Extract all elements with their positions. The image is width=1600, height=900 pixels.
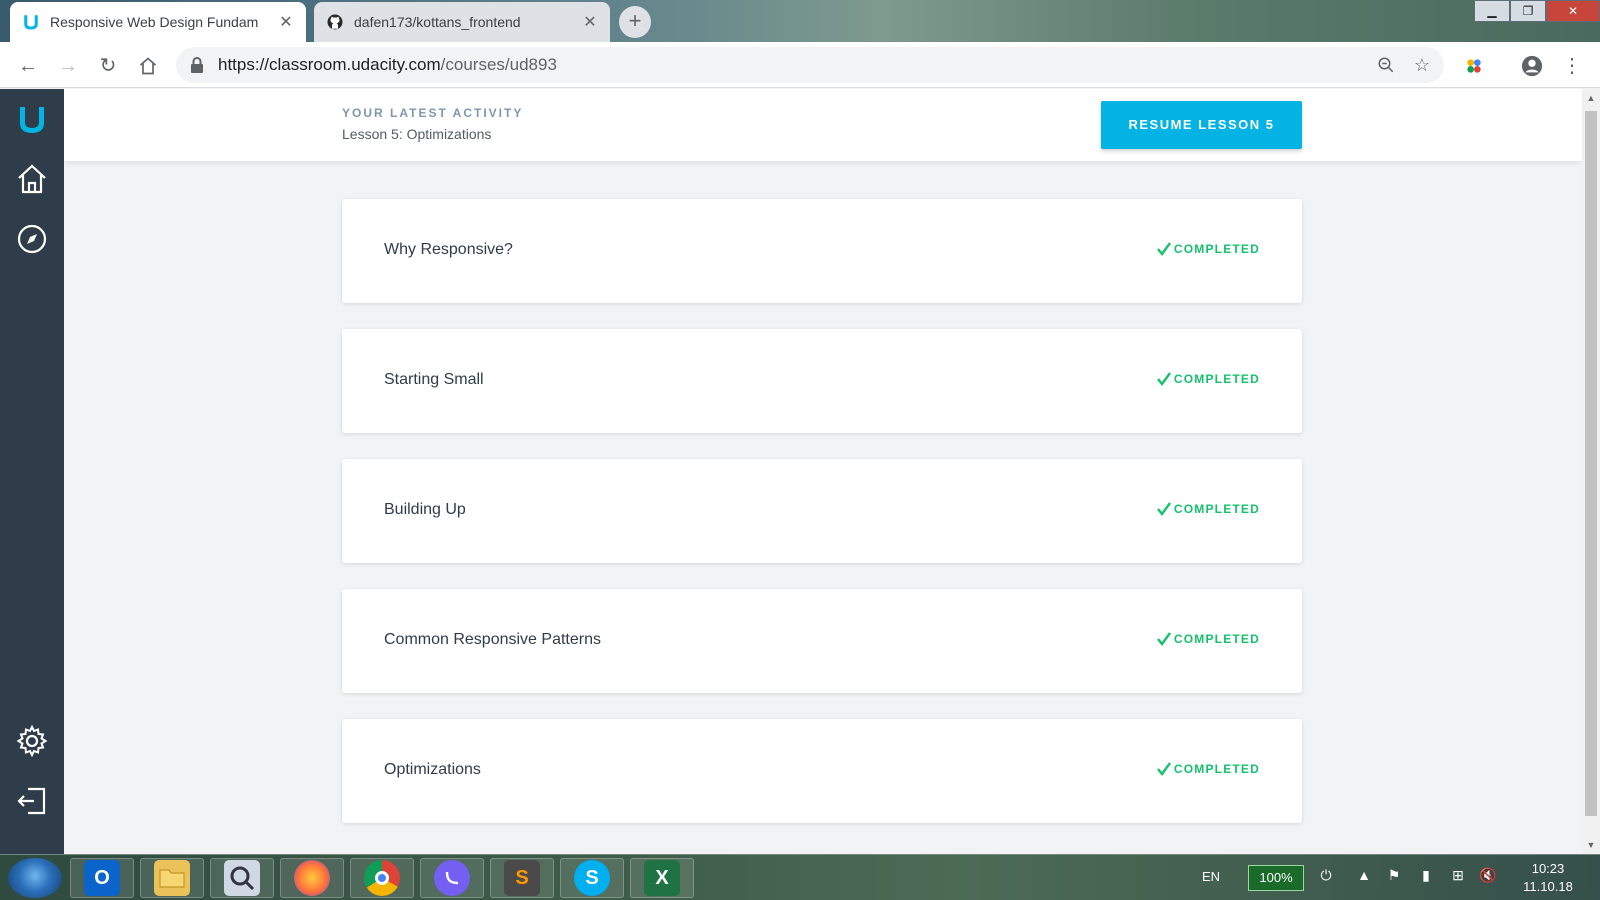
url-text: https://classroom.udacity.com/courses/ud… xyxy=(218,55,557,74)
battery-indicator[interactable]: 100% xyxy=(1248,865,1304,891)
outlook-icon: O xyxy=(84,860,120,896)
chrome-icon xyxy=(364,860,400,896)
completed-status: COMPLETED xyxy=(1156,501,1260,517)
windows-start-button[interactable] xyxy=(8,858,62,898)
main-content: YOUR LATEST ACTIVITY Lesson 5: Optimizat… xyxy=(64,89,1582,854)
viber-icon xyxy=(434,860,470,896)
checkmark-icon xyxy=(1156,502,1171,516)
page-scrollbar[interactable]: ▲ ▼ xyxy=(1582,89,1600,854)
lock-icon xyxy=(191,57,203,73)
device-icon[interactable]: ▮ xyxy=(1416,867,1436,887)
browser-tab-strip: Responsive Web Design Fundam ✕ dafen173/… xyxy=(0,0,1600,42)
menu-icon[interactable]: ⋮ xyxy=(1558,52,1586,80)
lesson-card[interactable]: Building Up COMPLETED xyxy=(342,459,1302,563)
firefox-icon xyxy=(294,860,330,896)
scroll-thumb[interactable] xyxy=(1585,111,1597,816)
completed-status: COMPLETED xyxy=(1156,371,1260,387)
windows-taskbar: O S S X EN 100% ⏻ ▲ ⚑ ▮ ⊞ 🔇 10:23 11.10.… xyxy=(0,854,1600,900)
bookmark-star-icon[interactable]: ☆ xyxy=(1408,51,1436,79)
checkmark-icon xyxy=(1156,372,1171,386)
address-bar[interactable]: https://classroom.udacity.com/courses/ud… xyxy=(176,47,1444,83)
udacity-logo-icon[interactable] xyxy=(14,101,50,137)
lesson-title: Building Up xyxy=(384,501,466,518)
taskbar-explorer[interactable] xyxy=(140,858,204,898)
tab-github[interactable]: dafen173/kottans_frontend ✕ xyxy=(314,2,610,42)
checkmark-icon xyxy=(1156,242,1171,256)
language-indicator[interactable]: EN xyxy=(1202,869,1220,884)
extension-icon[interactable] xyxy=(1460,52,1488,80)
home-icon[interactable] xyxy=(14,161,50,197)
action-center-flag-icon[interactable]: ⚑ xyxy=(1384,867,1404,887)
completed-status: COMPLETED xyxy=(1156,241,1260,257)
reload-icon[interactable]: ↻ xyxy=(94,52,122,80)
udacity-logo-icon xyxy=(24,15,38,30)
system-clock[interactable]: 10:23 11.10.18 xyxy=(1508,860,1588,896)
logout-icon[interactable] xyxy=(14,783,50,819)
skype-icon: S xyxy=(574,860,610,896)
maximize-button[interactable]: ❐ xyxy=(1510,0,1546,22)
activity-lesson: Lesson 5: Optimizations xyxy=(342,126,492,142)
scroll-down-arrow-icon[interactable]: ▼ xyxy=(1582,836,1600,854)
lesson-card[interactable]: Common Responsive Patterns COMPLETED xyxy=(342,589,1302,693)
clock-date: 11.10.18 xyxy=(1523,879,1573,894)
latest-activity-bar: YOUR LATEST ACTIVITY Lesson 5: Optimizat… xyxy=(64,89,1582,161)
taskbar-firefox[interactable] xyxy=(280,858,344,898)
tab-title: dafen173/kottans_frontend xyxy=(354,14,521,30)
scroll-up-arrow-icon[interactable]: ▲ xyxy=(1582,89,1600,107)
lesson-card[interactable]: Optimizations COMPLETED xyxy=(342,719,1302,823)
taskbar-chrome[interactable] xyxy=(350,858,414,898)
new-tab-button[interactable]: + xyxy=(619,6,651,38)
compass-icon[interactable] xyxy=(14,221,50,257)
taskbar-sublime[interactable]: S xyxy=(490,858,554,898)
home-icon[interactable] xyxy=(134,52,162,80)
window-close-button[interactable]: ✕ xyxy=(1546,0,1600,22)
tab-title: Responsive Web Design Fundam xyxy=(50,14,259,30)
profile-icon[interactable] xyxy=(1518,52,1546,80)
tab-udacity[interactable]: Responsive Web Design Fundam ✕ xyxy=(10,2,306,42)
show-hidden-icons-arrow-icon[interactable]: ▲ xyxy=(1354,867,1374,887)
taskbar-viber[interactable] xyxy=(420,858,484,898)
completed-status: COMPLETED xyxy=(1156,631,1260,647)
taskbar-outlook[interactable]: O xyxy=(70,858,134,898)
lesson-card[interactable]: Why Responsive? COMPLETED xyxy=(342,199,1302,303)
clock-time: 10:23 xyxy=(1531,861,1565,876)
close-icon[interactable]: ✕ xyxy=(278,12,294,32)
activity-label: YOUR LATEST ACTIVITY xyxy=(342,106,524,120)
sidebar-rail xyxy=(0,89,64,854)
network-icon[interactable]: ⊞ xyxy=(1448,867,1468,887)
taskbar-search-tool[interactable] xyxy=(210,858,274,898)
taskbar-excel[interactable]: X xyxy=(630,858,694,898)
close-icon[interactable]: ✕ xyxy=(582,12,598,32)
file-explorer-icon xyxy=(154,860,190,896)
checkmark-icon xyxy=(1156,762,1171,776)
completed-status: COMPLETED xyxy=(1156,761,1260,777)
power-plug-icon[interactable]: ⏻ xyxy=(1316,867,1336,887)
zoom-icon[interactable] xyxy=(1372,51,1400,79)
browser-toolbar: ← → ↻ https://classroom.udacity.com/cour… xyxy=(0,42,1600,88)
gear-icon[interactable] xyxy=(14,723,50,759)
lesson-title: Optimizations xyxy=(384,761,481,778)
lesson-card[interactable]: Starting Small COMPLETED xyxy=(342,329,1302,433)
volume-muted-icon[interactable]: 🔇 xyxy=(1478,867,1498,887)
excel-icon: X xyxy=(644,860,680,896)
lesson-title: Why Responsive? xyxy=(384,241,513,258)
forward-arrow-icon[interactable]: → xyxy=(54,52,82,80)
search-tool-icon xyxy=(224,860,260,896)
resume-lesson-button[interactable]: RESUME LESSON 5 xyxy=(1101,101,1302,149)
sublime-text-icon: S xyxy=(504,860,540,896)
lesson-title: Starting Small xyxy=(384,371,484,388)
lesson-title: Common Responsive Patterns xyxy=(384,631,601,648)
back-arrow-icon[interactable]: ← xyxy=(14,52,42,80)
github-icon xyxy=(327,14,343,30)
taskbar-skype[interactable]: S xyxy=(560,858,624,898)
checkmark-icon xyxy=(1156,632,1171,646)
minimize-button[interactable]: ▁ xyxy=(1474,0,1510,22)
